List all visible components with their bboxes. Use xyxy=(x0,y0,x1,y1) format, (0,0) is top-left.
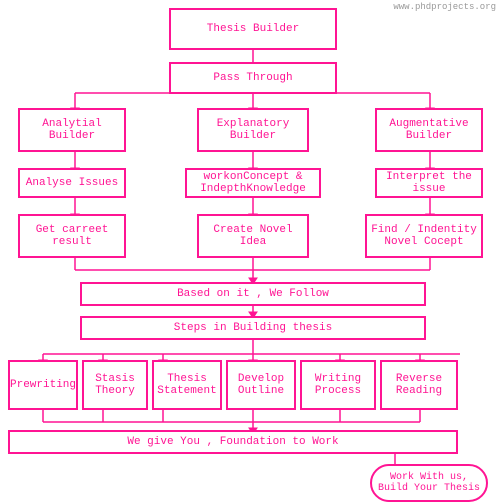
develop-outline-box: Develop Outline xyxy=(226,360,296,410)
analyse-issues-label: Analyse Issues xyxy=(26,177,118,189)
stasis-box: Stasis Theory xyxy=(82,360,148,410)
foundation-label: We give You , Foundation to Work xyxy=(127,436,338,448)
get-carret-label: Get carreet result xyxy=(36,224,109,248)
writing-process-box: Writing Process xyxy=(300,360,376,410)
analytical-box: Analytial Builder xyxy=(18,108,126,152)
thesis-statement-label: Thesis Statement xyxy=(157,373,216,397)
analytical-label: Analytial Builder xyxy=(42,118,101,142)
workon-label: workonConcept & IndepthKnowledge xyxy=(200,171,306,195)
pass-through-box: Pass Through xyxy=(169,62,337,94)
based-on-box: Based on it , We Follow xyxy=(80,282,426,306)
find-indentity-box: Find / Indentity Novel Cocept xyxy=(365,214,483,258)
augmentative-box: Augmentative Builder xyxy=(375,108,483,152)
foundation-box: We give You , Foundation to Work xyxy=(8,430,458,454)
find-indentity-label: Find / Indentity Novel Cocept xyxy=(371,224,477,248)
work-with-label: Work With us, Build Your Thesis xyxy=(378,472,480,494)
prewriting-box: Prewriting xyxy=(8,360,78,410)
create-novel-label: Create Novel Idea xyxy=(213,224,292,248)
interpret-label: Interpret the issue xyxy=(386,171,472,195)
thesis-builder-box: Thesis Builder xyxy=(169,8,337,50)
develop-outline-label: Develop Outline xyxy=(238,373,284,397)
steps-label: Steps in Building thesis xyxy=(174,322,332,334)
interpret-box: Interpret the issue xyxy=(375,168,483,198)
pass-through-label: Pass Through xyxy=(213,72,292,84)
diagram: Thesis Builder Pass Through Analytial Bu… xyxy=(0,0,500,500)
analyse-issues-box: Analyse Issues xyxy=(18,168,126,198)
thesis-statement-box: Thesis Statement xyxy=(152,360,222,410)
steps-box: Steps in Building thesis xyxy=(80,316,426,340)
reverse-reading-box: Reverse Reading xyxy=(380,360,458,410)
explanatory-label: Explanatory Builder xyxy=(217,118,290,142)
watermark: www.phdprojects.org xyxy=(393,2,496,12)
thesis-builder-label: Thesis Builder xyxy=(207,23,299,35)
augmentative-label: Augmentative Builder xyxy=(389,118,468,142)
reverse-reading-label: Reverse Reading xyxy=(396,373,442,397)
workon-box: workonConcept & IndepthKnowledge xyxy=(185,168,321,198)
work-with-box: Work With us, Build Your Thesis xyxy=(370,464,488,502)
prewriting-label: Prewriting xyxy=(10,379,76,391)
watermark-text: www.phdprojects.org xyxy=(393,2,496,12)
create-novel-box: Create Novel Idea xyxy=(197,214,309,258)
stasis-label: Stasis Theory xyxy=(95,373,135,397)
explanatory-box: Explanatory Builder xyxy=(197,108,309,152)
based-on-label: Based on it , We Follow xyxy=(177,288,329,300)
get-carret-box: Get carreet result xyxy=(18,214,126,258)
writing-process-label: Writing Process xyxy=(315,373,361,397)
